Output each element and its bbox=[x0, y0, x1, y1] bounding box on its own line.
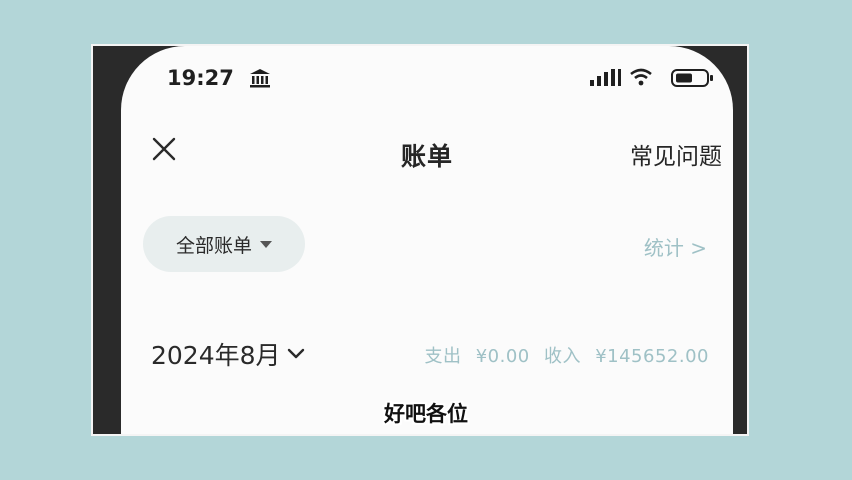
month-selector[interactable]: 2024年8月 bbox=[151, 336, 305, 372]
phone-screen: 19:27 账单 常见问题 全部账单 统计 > 2024年8月 支出 ¥0.00… bbox=[121, 46, 733, 434]
video-subtitle: 好吧各位 bbox=[384, 402, 468, 426]
bill-filter-dropdown[interactable]: 全部账单 bbox=[143, 216, 305, 272]
month-summary: 支出 ¥0.00 收入 ¥145652.00 bbox=[424, 342, 709, 368]
signal-icon bbox=[590, 69, 621, 86]
video-frame: 19:27 账单 常见问题 全部账单 统计 > 2024年8月 支出 ¥0.00… bbox=[93, 46, 747, 434]
expense-amount: ¥0.00 bbox=[475, 346, 530, 367]
expense-label: 支出 bbox=[424, 346, 462, 367]
caret-down-icon bbox=[260, 240, 272, 248]
wifi-icon bbox=[630, 68, 652, 86]
stats-link[interactable]: 统计 > bbox=[644, 232, 707, 261]
chevron-down-icon bbox=[287, 348, 304, 359]
battery-icon bbox=[671, 69, 713, 87]
faq-link[interactable]: 常见问题 bbox=[630, 137, 722, 171]
bank-icon bbox=[250, 69, 270, 88]
income-amount: ¥145652.00 bbox=[595, 346, 709, 367]
income-label: 收入 bbox=[543, 346, 581, 367]
bill-filter-label: 全部账单 bbox=[175, 234, 252, 257]
month-label: 2024年8月 bbox=[151, 341, 281, 370]
status-time: 19:27 bbox=[167, 66, 234, 90]
